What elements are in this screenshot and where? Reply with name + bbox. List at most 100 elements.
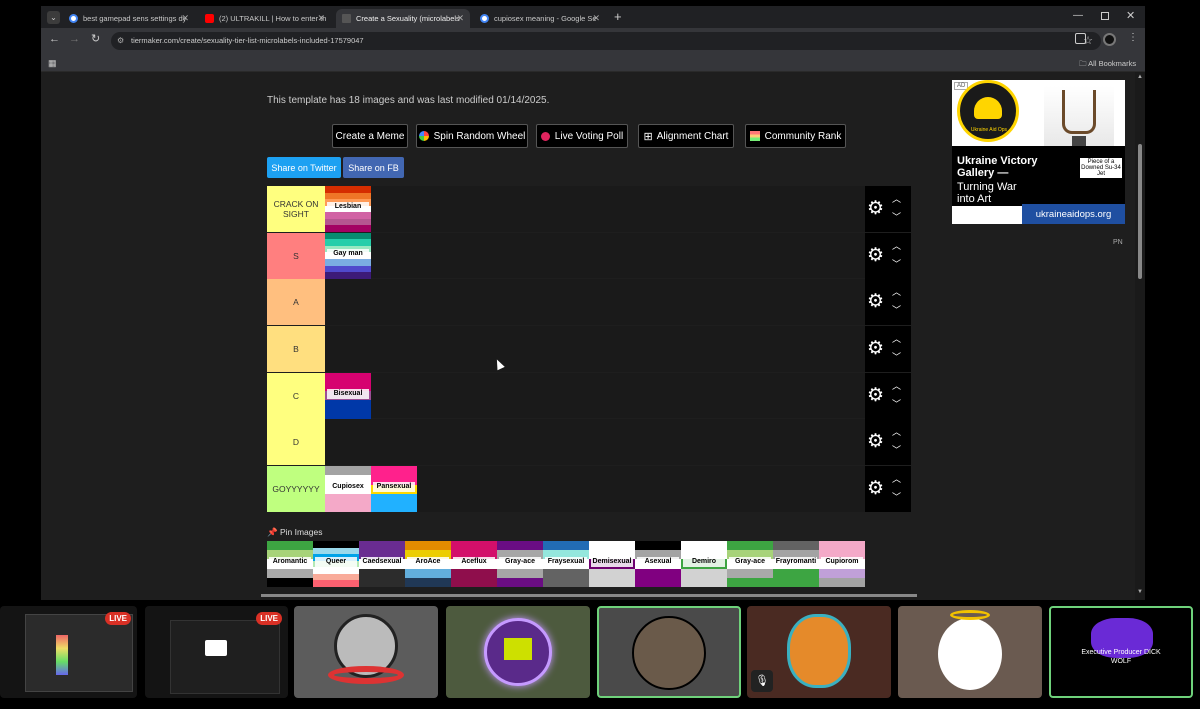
- participant-tile-6[interactable]: 🎙: [747, 606, 891, 698]
- profile-avatar[interactable]: [1103, 33, 1116, 46]
- scroll-up-icon[interactable]: ▲: [1137, 74, 1143, 80]
- chevron-up-icon[interactable]: ︿: [892, 285, 901, 298]
- participant-tile-8[interactable]: Executive Producer DICK WOLF: [1049, 606, 1193, 698]
- tier-label[interactable]: S: [267, 232, 325, 279]
- horizontal-scrollbar[interactable]: [261, 594, 917, 597]
- tier-items[interactable]: Cupiosex Pansexual: [325, 466, 865, 513]
- participant-tile-3[interactable]: [294, 606, 438, 698]
- flag-tile[interactable]: Cupiorom: [819, 541, 865, 587]
- tab-3[interactable]: cupiosex meaning - Google Se ✕: [474, 9, 606, 28]
- pin-images-label[interactable]: 📌 Pin Images: [267, 527, 323, 538]
- tier-items[interactable]: [325, 326, 865, 372]
- flag-tile[interactable]: Gray-ace: [497, 541, 543, 587]
- flag-tile[interactable]: Bisexual: [325, 372, 371, 419]
- gear-icon[interactable]: ⚙: [867, 245, 884, 266]
- flag-tile[interactable]: Gay man: [325, 232, 371, 279]
- flag-tile[interactable]: Caedsexual: [359, 541, 405, 587]
- chevron-down-icon[interactable]: ﹀: [892, 397, 901, 410]
- forward-icon[interactable]: →: [69, 33, 80, 45]
- alignment-chart-button[interactable]: ⊞ Alignment Chart: [638, 124, 734, 148]
- share-facebook-button[interactable]: Share on FB: [343, 157, 404, 178]
- tab-search-icon[interactable]: ⌄: [47, 11, 60, 24]
- close-tab-icon[interactable]: ✕: [317, 13, 325, 24]
- tier-label[interactable]: GOYYYYYY: [267, 466, 325, 513]
- participant-tile-screenshare-1[interactable]: LIVE: [0, 606, 137, 698]
- chevron-up-icon[interactable]: ︿: [892, 379, 901, 392]
- chevron-down-icon[interactable]: ﹀: [892, 210, 901, 223]
- apps-grid-icon[interactable]: ▦: [48, 58, 57, 69]
- vertical-scrollbar[interactable]: ▲ ▼: [1135, 72, 1145, 600]
- back-icon[interactable]: ←: [49, 33, 60, 45]
- flag-tile[interactable]: Demiro: [681, 541, 727, 587]
- chevron-up-icon[interactable]: ︿: [892, 332, 901, 345]
- chevron-up-icon[interactable]: ︿: [892, 239, 901, 252]
- scroll-down-icon[interactable]: ▼: [1137, 589, 1143, 595]
- spin-random-wheel-button[interactable]: Spin Random Wheel: [416, 124, 528, 148]
- live-voting-poll-button[interactable]: Live Voting Poll: [536, 124, 628, 148]
- close-tab-icon[interactable]: ✕: [592, 13, 600, 24]
- url-field[interactable]: ⚙ tiermaker.com/create/sexuality-tier-li…: [111, 32, 1101, 50]
- flag-tile[interactable]: AroAce: [405, 541, 451, 587]
- tier-items[interactable]: [325, 419, 865, 465]
- minimize-icon[interactable]: —: [1073, 10, 1083, 21]
- tier-label[interactable]: B: [267, 326, 325, 373]
- flag-tile[interactable]: Asexual: [635, 541, 681, 587]
- participant-tile-4[interactable]: [446, 606, 590, 698]
- new-tab-icon[interactable]: +: [614, 9, 622, 24]
- gear-icon[interactable]: ⚙: [867, 199, 884, 219]
- maximize-icon[interactable]: [1101, 12, 1109, 20]
- flag-tile[interactable]: Fraysexual: [543, 541, 589, 587]
- chevron-up-icon[interactable]: ︿: [892, 425, 901, 438]
- tier-items[interactable]: Bisexual: [325, 372, 865, 419]
- ad-banner[interactable]: AD Ukraine Aid Ops Ukraine Victory Galle…: [952, 80, 1125, 224]
- chevron-down-icon[interactable]: ﹀: [892, 350, 901, 363]
- tier-items[interactable]: Lesbian: [325, 186, 865, 232]
- gear-icon[interactable]: ⚙: [867, 432, 884, 452]
- gear-icon[interactable]: ⚙: [867, 339, 884, 359]
- flag-tile[interactable]: Aceflux: [451, 541, 497, 587]
- close-tab-icon[interactable]: ✕: [456, 13, 464, 24]
- ad-domain-button[interactable]: ukraineaidops.org: [1022, 204, 1125, 224]
- site-info-icon[interactable]: ⚙: [117, 32, 124, 50]
- scroll-thumb[interactable]: [1138, 144, 1142, 279]
- gear-icon[interactable]: ⚙: [867, 292, 884, 312]
- gear-icon[interactable]: ⚙: [867, 479, 884, 499]
- chevron-up-icon[interactable]: ︿: [892, 192, 901, 205]
- tier-items[interactable]: Gay man: [325, 232, 865, 279]
- tab-0[interactable]: best gamepad sens settings dy ✕: [63, 9, 195, 28]
- participant-tile-7[interactable]: [898, 606, 1042, 698]
- flag-tile[interactable]: Pansexual: [371, 466, 417, 513]
- tab-2-active[interactable]: Create a Sexuality (microlabels ✕: [336, 9, 470, 28]
- flag-tile[interactable]: Cupiosex: [325, 466, 371, 513]
- menu-kebab-icon[interactable]: ⋮: [1128, 32, 1138, 43]
- chevron-down-icon[interactable]: ﹀: [892, 490, 901, 503]
- tab-1[interactable]: (2) ULTRAKILL | How to enter th ✕: [199, 9, 331, 28]
- chevron-down-icon[interactable]: ﹀: [892, 257, 901, 270]
- tier-label[interactable]: C: [267, 372, 325, 419]
- chevron-down-icon[interactable]: ﹀: [892, 303, 901, 316]
- tier-label[interactable]: CRACK ON SIGHT: [267, 186, 325, 232]
- flag-tile[interactable]: Demisexual: [589, 541, 635, 587]
- chevron-down-icon[interactable]: ﹀: [892, 443, 901, 456]
- gear-icon[interactable]: ⚙: [867, 385, 884, 406]
- tier-items[interactable]: [325, 279, 865, 325]
- tier-label[interactable]: D: [267, 419, 325, 466]
- create-meme-button[interactable]: Create a Meme: [332, 124, 408, 148]
- flag-tile[interactable]: Aromantic: [267, 541, 313, 587]
- all-bookmarks-button[interactable]: 🗀 All Bookmarks: [1079, 58, 1136, 71]
- share-twitter-button[interactable]: Share on Twitter: [267, 157, 341, 178]
- participant-tile-5-speaking[interactable]: [597, 606, 741, 698]
- close-tab-icon[interactable]: ✕: [181, 13, 189, 24]
- community-rank-button[interactable]: Community Rank: [745, 124, 846, 148]
- flag-tile[interactable]: Queer: [313, 541, 359, 587]
- reload-icon[interactable]: ↻: [91, 32, 100, 45]
- extensions-icon[interactable]: [1075, 33, 1086, 44]
- flag-stripe: [819, 541, 865, 551]
- close-window-icon[interactable]: ✕: [1126, 9, 1135, 22]
- flag-tile[interactable]: Lesbian: [325, 186, 371, 232]
- flag-tile[interactable]: Frayromanti: [773, 541, 819, 587]
- chevron-up-icon[interactable]: ︿: [892, 472, 901, 485]
- tier-label[interactable]: A: [267, 279, 325, 326]
- flag-tile[interactable]: Gray-ace: [727, 541, 773, 587]
- participant-tile-screenshare-2[interactable]: LIVE: [145, 606, 288, 698]
